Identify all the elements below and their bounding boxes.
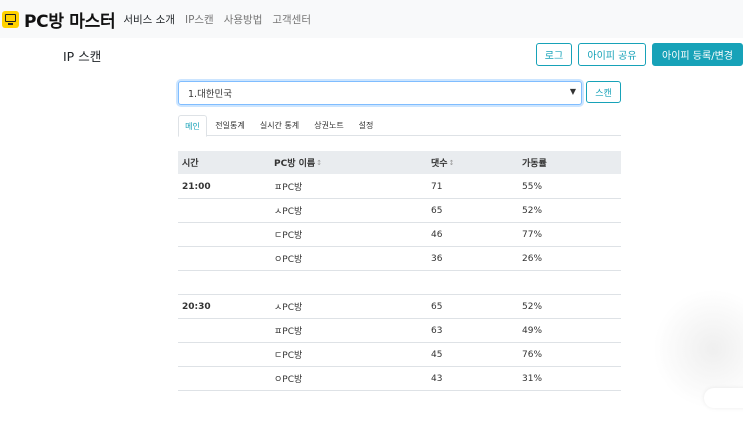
time-cell: 21:00 bbox=[182, 181, 211, 192]
table-row: ㄷPC방 46 77% bbox=[178, 223, 621, 247]
tab-bar: 메인 전일통계 실시간 통계 상권노트 설정 bbox=[178, 115, 621, 137]
column-header-pc-name[interactable]: PC방 이름 ↕ bbox=[274, 151, 322, 174]
page-title: IP 스캔 bbox=[63, 49, 102, 64]
nav-link-how-to-use[interactable]: 사용방법 bbox=[224, 12, 263, 27]
brand-name: PC방 마스터 bbox=[24, 11, 116, 32]
tab-district-notes[interactable]: 상권노트 bbox=[310, 115, 348, 136]
column-header-time: 시간 bbox=[182, 159, 199, 169]
pc-name-cell: ㅅPC방 bbox=[274, 303, 303, 313]
navbar: PC방 마스터 서비스 소개 IP스캔 사용방법 고객센터 bbox=[0, 0, 743, 38]
table-row: ㅇPC방 43 31% bbox=[178, 367, 621, 391]
share-ip-button[interactable]: 아이피 공유 bbox=[578, 43, 646, 66]
pc-name-cell: ㅇPC방 bbox=[274, 375, 303, 385]
count-cell: 43 bbox=[431, 373, 443, 384]
pc-name-cell: ㅍPC방 bbox=[274, 183, 303, 193]
table-row: ㅇPC방 36 26% bbox=[178, 247, 621, 271]
monitor-icon bbox=[2, 10, 19, 28]
table-header: 시간 PC방 이름 ↕ 댓수 ↕ 가동률 bbox=[178, 151, 621, 174]
rate-cell: 52% bbox=[522, 301, 543, 312]
pc-name-cell: ㄷPC방 bbox=[274, 231, 303, 241]
column-header-count[interactable]: 댓수 ↕ bbox=[431, 151, 454, 174]
pc-name-cell: ㄷPC방 bbox=[274, 351, 303, 361]
table-row: ㄷPC방 45 76% bbox=[178, 343, 621, 367]
nav-link-ip-scan[interactable]: IP스캔 bbox=[185, 12, 214, 27]
sort-icon: ↕ bbox=[316, 158, 323, 167]
rate-cell: 52% bbox=[522, 205, 543, 216]
table-row: 20:30 ㅅPC방 65 52% bbox=[178, 295, 621, 319]
rate-cell: 76% bbox=[522, 349, 543, 360]
log-button[interactable]: 로그 bbox=[536, 43, 572, 66]
register-ip-button[interactable]: 아이피 등록/변경 bbox=[652, 43, 743, 66]
region-select[interactable]: 1.대한민국 ▼ bbox=[178, 81, 582, 105]
count-cell: 45 bbox=[431, 349, 443, 360]
table-row: ㅍPC방 63 49% bbox=[178, 319, 621, 343]
scan-button[interactable]: 스캔 bbox=[586, 81, 621, 103]
tab-yesterday-stats[interactable]: 전일통계 bbox=[211, 115, 249, 136]
sort-icon: ↕ bbox=[448, 158, 455, 167]
pc-name-cell: ㅅPC방 bbox=[274, 207, 303, 217]
rate-cell: 77% bbox=[522, 229, 543, 240]
pc-name-cell: ㅇPC방 bbox=[274, 255, 303, 265]
region-select-value: 1.대한민국 bbox=[188, 89, 233, 100]
nav-link-service-intro[interactable]: 서비스 소개 bbox=[123, 12, 175, 27]
table-row: 21:00 ㅍPC방 71 55% bbox=[178, 175, 621, 199]
rate-cell: 26% bbox=[522, 253, 543, 264]
chevron-down-icon: ▼ bbox=[569, 87, 576, 96]
count-cell: 71 bbox=[431, 181, 443, 192]
count-cell: 46 bbox=[431, 229, 443, 240]
rate-cell: 49% bbox=[522, 325, 543, 336]
count-cell: 65 bbox=[431, 301, 443, 312]
rate-cell: 55% bbox=[522, 181, 543, 192]
brand-logo[interactable]: PC방 마스터 bbox=[2, 7, 116, 32]
column-header-rate: 가동률 bbox=[522, 159, 547, 169]
table-row: ㅅPC방 65 52% bbox=[178, 199, 621, 223]
tab-realtime-stats[interactable]: 실시간 통계 bbox=[256, 115, 303, 136]
table-row-spacer bbox=[178, 271, 621, 295]
rate-cell: 31% bbox=[522, 373, 543, 384]
count-cell: 63 bbox=[431, 325, 443, 336]
count-cell: 65 bbox=[431, 205, 443, 216]
floating-widget-tab[interactable] bbox=[704, 388, 743, 408]
tab-settings[interactable]: 설정 bbox=[355, 115, 377, 136]
tab-main[interactable]: 메인 bbox=[178, 115, 207, 137]
time-cell: 20:30 bbox=[182, 301, 211, 312]
count-cell: 36 bbox=[431, 253, 443, 264]
pc-name-cell: ㅍPC방 bbox=[274, 327, 303, 337]
nav-link-customer-center[interactable]: 고객센터 bbox=[272, 12, 311, 27]
